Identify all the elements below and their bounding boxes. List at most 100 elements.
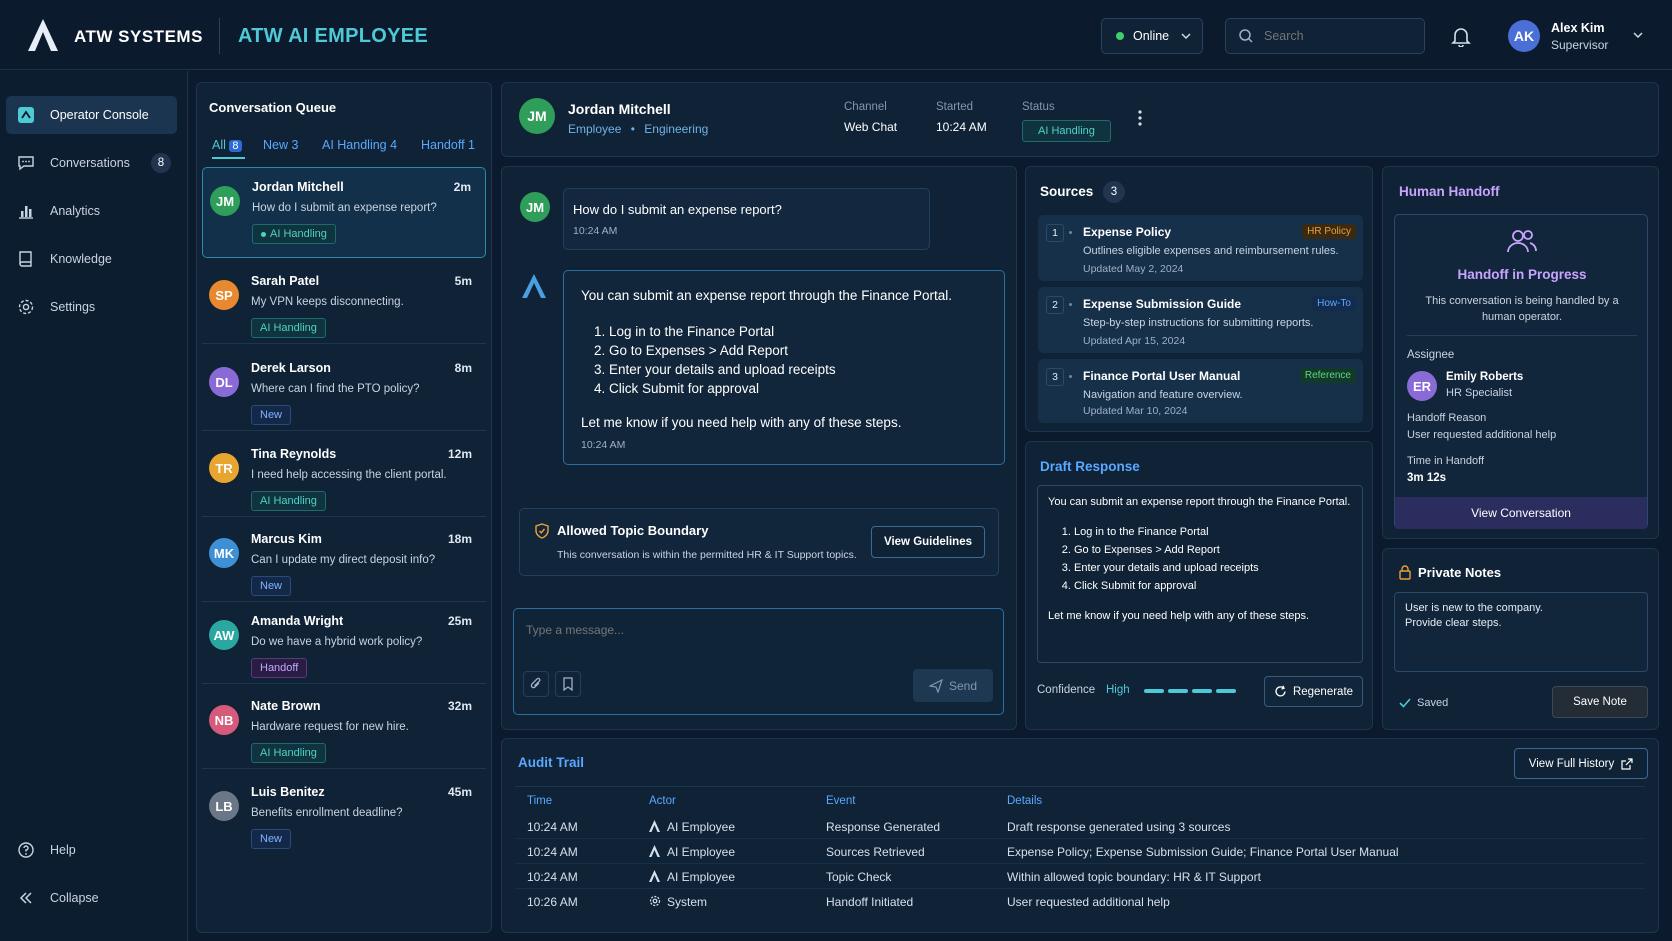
sidebar-item-analytics[interactable]: Analytics	[6, 192, 177, 230]
ai-step: Go to Expenses > Add Report	[609, 341, 836, 360]
bell-icon[interactable]	[1450, 25, 1472, 47]
user-message-time: 10:24 AM	[573, 225, 618, 237]
queue-item[interactable]: SP Sarah Patel 5m My VPN keeps disconnec…	[202, 262, 486, 344]
view-full-history-label: View Full History	[1528, 757, 1615, 770]
queue-item[interactable]: JM Jordan Mitchell 2m How do I submit an…	[202, 167, 486, 258]
avatar: NB	[209, 705, 239, 735]
status-badge: AI Handling	[252, 224, 336, 244]
notes-line: Provide clear steps.	[1405, 617, 1502, 629]
queue-item[interactable]: AW Amanda Wright 25m Do we have a hybrid…	[202, 602, 486, 684]
sources-title: Sources	[1040, 184, 1094, 199]
saved-status: Saved	[1417, 697, 1449, 709]
bookmark-icon[interactable]	[555, 671, 581, 697]
user-name: Alex Kim	[1551, 21, 1605, 35]
queue-item-time: 12m	[447, 447, 472, 461]
tab-new[interactable]: New 3	[263, 138, 298, 152]
source-tag: HR Policy	[1302, 224, 1356, 239]
queue-item-name: Marcus Kim	[251, 532, 322, 546]
view-guidelines-button[interactable]: View Guidelines	[871, 526, 985, 558]
save-note-button[interactable]: Save Note	[1552, 686, 1648, 718]
handoff-divider	[1407, 335, 1637, 336]
avatar: AW	[209, 620, 239, 650]
notes-textarea[interactable]: User is new to the company. Provide clea…	[1394, 592, 1648, 672]
search-box[interactable]	[1225, 18, 1425, 54]
sidebar-item-operator-console[interactable]: Operator Console	[6, 96, 177, 134]
notes-title: Private Notes	[1418, 565, 1502, 580]
tab-all[interactable]: All 8	[212, 138, 242, 152]
source-card[interactable]: 2 Expense Submission Guide How-To Step-b…	[1038, 287, 1363, 353]
handoff-reason: User requested additional help	[1407, 429, 1557, 441]
tab-handoff[interactable]: Handoff 1	[421, 138, 475, 152]
dot-separator-icon: •	[630, 122, 635, 136]
status-badge: AI Handling	[251, 318, 326, 338]
queue-item[interactable]: MK Marcus Kim 18m Can I update my direct…	[202, 520, 486, 602]
help-icon	[16, 840, 36, 860]
time-in-handoff-label: Time in Handoff	[1407, 455, 1485, 467]
console-icon	[16, 105, 36, 125]
ai-step: Log in to the Finance Portal	[609, 322, 836, 341]
ai-step: Enter your details and upload receipts	[609, 360, 836, 379]
handoff-title: Human Handoff	[1399, 184, 1500, 199]
audit-row-time: 10:24 AM	[527, 820, 578, 834]
audit-row-details: User requested additional help	[1007, 895, 1170, 909]
view-conversation-button[interactable]: View Conversation	[1395, 497, 1647, 529]
send-icon	[928, 678, 943, 693]
handoff-state-title: Handoff in Progress	[1457, 267, 1587, 282]
queue-item-time: 5m	[454, 274, 472, 288]
queue-item[interactable]: DL Derek Larson 8m Where can I find the …	[202, 349, 486, 431]
topic-boundary-card: Allowed Topic Boundary This conversation…	[519, 508, 999, 576]
search-input[interactable]	[1264, 29, 1414, 43]
draft-text-box[interactable]: You can submit an expense report through…	[1037, 485, 1363, 663]
source-tag: Reference	[1299, 368, 1356, 383]
ai-message-intro: You can submit an expense report through…	[581, 288, 952, 303]
regenerate-button[interactable]: Regenerate	[1264, 676, 1363, 707]
started-label: Started	[936, 101, 974, 113]
status-dropdown[interactable]: Online	[1101, 18, 1203, 54]
status-badge: New	[251, 829, 292, 849]
gear-icon	[16, 297, 36, 317]
boundary-title: Allowed Topic Boundary	[557, 523, 709, 538]
conversation-status-badge: AI Handling	[1022, 120, 1111, 142]
tab-count: 8	[229, 140, 242, 152]
attachment-icon[interactable]	[523, 671, 549, 697]
ai-message-bubble: You can submit an expense report through…	[563, 270, 1005, 465]
chevron-down-icon	[1181, 33, 1191, 39]
sidebar-item-conversations[interactable]: Conversations 8	[6, 144, 177, 182]
queue-item[interactable]: LB Luis Benitez 45m Benefits enrollment …	[202, 773, 486, 855]
system-gear-icon	[649, 895, 661, 907]
brand-logo[interactable]	[26, 17, 60, 53]
book-icon	[16, 249, 36, 269]
audit-row-divider	[515, 863, 1645, 864]
audit-header-divider	[515, 786, 1645, 787]
audit-row-time: 10:24 AM	[527, 845, 578, 859]
header-divider	[219, 18, 220, 54]
queue-item-name: Derek Larson	[251, 361, 331, 375]
source-title: Expense Submission Guide	[1083, 297, 1242, 311]
tab-ai-handling[interactable]: AI Handling 4	[322, 138, 397, 152]
view-full-history-button[interactable]: View Full History	[1514, 748, 1648, 779]
audit-row-details: Within allowed topic boundary: HR & IT S…	[1007, 870, 1261, 884]
sidebar-item-settings[interactable]: Settings	[6, 288, 177, 326]
sidebar-item-label: Operator Console	[50, 108, 149, 122]
sidebar-help[interactable]: Help	[6, 831, 177, 869]
lock-icon	[1398, 564, 1412, 580]
avatar: LB	[209, 791, 239, 821]
queue-item[interactable]: NB Nate Brown 32m Hardware request for n…	[202, 687, 486, 769]
source-card[interactable]: 3 Finance Portal User Manual Reference N…	[1038, 359, 1363, 423]
source-description: Navigation and feature overview.	[1083, 389, 1243, 401]
more-options-icon[interactable]	[1137, 109, 1143, 127]
handoff-reason-label: Handoff Reason	[1407, 412, 1487, 424]
sidebar-item-label: Analytics	[50, 204, 101, 218]
sidebar-item-knowledge[interactable]: Knowledge	[6, 240, 177, 278]
sidebar-collapse[interactable]: Collapse	[6, 879, 177, 917]
source-card[interactable]: 1 Expense Policy HR Policy Outlines elig…	[1038, 215, 1363, 281]
queue-item-message: Do we have a hybrid work policy?	[251, 636, 423, 648]
send-button[interactable]: Send	[913, 669, 993, 702]
user-avatar[interactable]: AK	[1508, 20, 1540, 52]
message-input[interactable]	[526, 619, 986, 641]
status-badge: Handoff	[251, 658, 308, 678]
user-menu-chevron-icon[interactable]	[1633, 32, 1643, 38]
refresh-icon	[1274, 685, 1287, 698]
user-message-bubble: How do I submit an expense report? 10:24…	[563, 188, 930, 250]
queue-item[interactable]: TR Tina Reynolds 12m I need help accessi…	[202, 435, 486, 517]
